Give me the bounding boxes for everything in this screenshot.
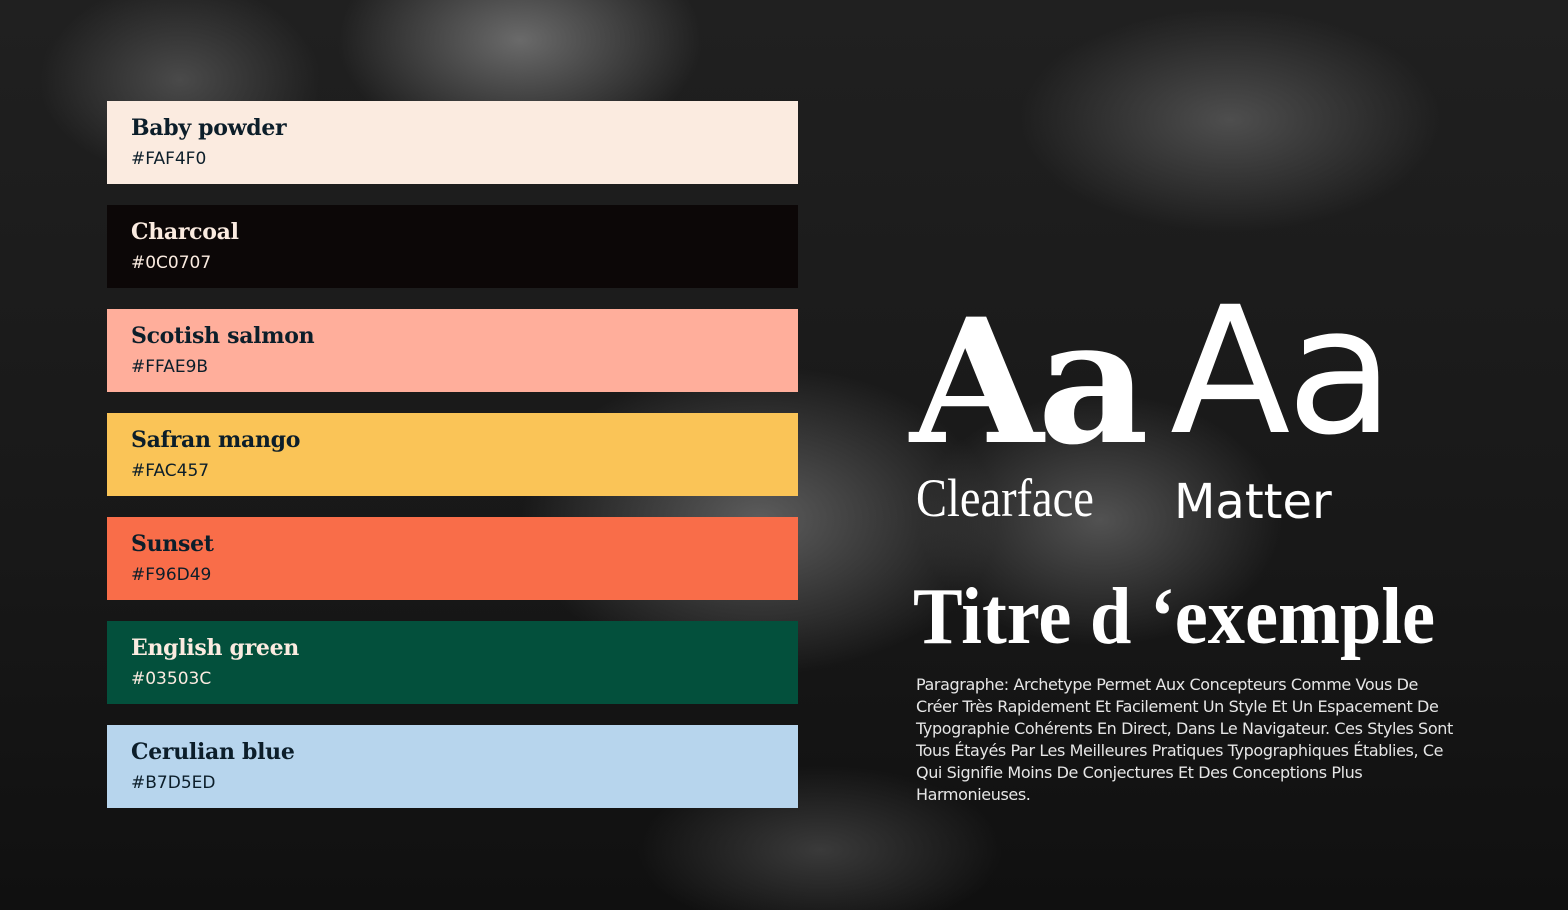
swatch-hex: #FAC457 — [131, 461, 210, 481]
swatch-english-green: English green #03503C — [107, 621, 798, 704]
sample-paragraph: Paragraphe: Archetype Permet Aux Concept… — [916, 675, 1453, 804]
swatch-baby-powder: Baby powder #FAF4F0 — [107, 101, 798, 184]
serif-font-label: Clearface — [916, 468, 1094, 528]
swatch-name: Scotish salmon — [131, 323, 315, 349]
swatch-name: Cerulian blue — [131, 739, 295, 765]
swatch-hex: #FFAE9B — [131, 357, 209, 377]
swatch-name: Baby powder — [131, 115, 287, 141]
serif-glyph-sample: Aa — [910, 280, 1149, 483]
sample-title: Titre d ‘exemple — [913, 573, 1436, 661]
swatch-safran-mango: Safran mango #FAC457 — [107, 413, 798, 496]
swatch-name: English green — [131, 635, 299, 661]
swatch-scotish-salmon: Scotish salmon #FFAE9B — [107, 309, 798, 392]
swatch-name: Safran mango — [131, 427, 301, 453]
swatch-sunset: Sunset #F96D49 — [107, 517, 798, 600]
swatch-hex: #F96D49 — [131, 565, 212, 585]
swatch-cerulian-blue: Cerulian blue #B7D5ED — [107, 725, 798, 808]
swatch-charcoal: Charcoal #0C0707 — [107, 205, 798, 288]
swatch-hex: #FAF4F0 — [131, 149, 207, 169]
sans-font-label: Matter — [1174, 474, 1332, 530]
sans-glyph-sample: Aa — [1170, 269, 1394, 474]
swatch-hex: #B7D5ED — [131, 773, 216, 793]
swatch-hex: #0C0707 — [131, 253, 212, 273]
swatch-hex: #03503C — [131, 669, 212, 689]
swatch-name: Charcoal — [131, 219, 239, 245]
swatch-name: Sunset — [131, 531, 214, 557]
